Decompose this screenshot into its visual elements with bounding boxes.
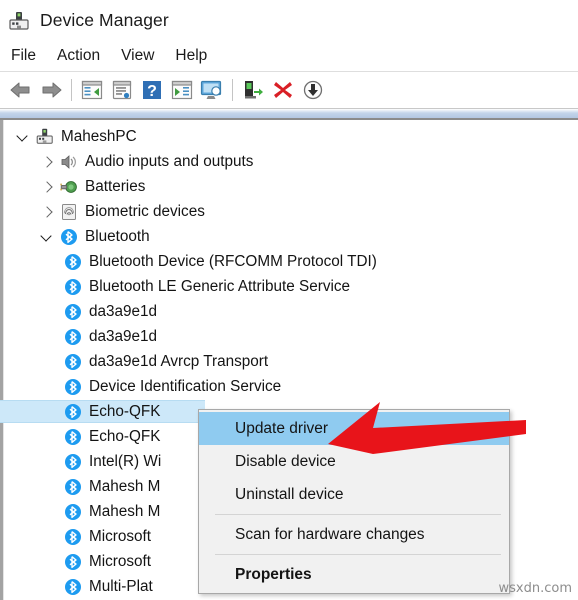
bluetooth-icon [64,503,82,521]
bluetooth-icon [64,253,82,271]
context-menu-separator-2 [215,554,501,555]
svg-text:?: ? [147,83,157,100]
tree-device-row[interactable]: da3a9e1d [0,324,578,349]
tree-device-label: da3a9e1d Avrcp Transport [89,352,269,370]
tree-root-maheshpc[interactable]: MaheshPC [0,124,578,149]
tree-device-label: Multi-Plat [89,577,153,595]
update-driver-button[interactable] [238,75,268,105]
bluetooth-icon [60,228,78,246]
bluetooth-icon [64,278,82,296]
scan-hardware-changes-button[interactable] [298,75,328,105]
speaker-icon [60,153,78,171]
tree-device-label: Intel(R) Wi [89,452,162,470]
tree-device-row[interactable]: da3a9e1d Avrcp Transport [0,349,578,374]
context-menu-separator-1 [215,514,501,515]
tree-device-label: da3a9e1d [89,302,158,320]
device-manager-icon [8,10,30,32]
forward-arrow-icon [42,82,62,98]
help-button[interactable]: ? [137,75,167,105]
tree-category-label: Batteries [85,177,146,195]
tree-category-label: Biometric devices [85,202,205,220]
context-menu-item-scan-for-hardware-changes[interactable]: Scan for hardware changes [199,518,509,551]
tree-category-batteries[interactable]: Batteries [0,174,578,199]
menu-view[interactable]: View [121,45,165,67]
battery-icon [60,178,78,196]
context-menu-item-uninstall-device[interactable]: Uninstall device [199,478,509,511]
chevron-right-icon[interactable] [40,155,54,169]
toolbar-separator-2 [232,79,233,101]
tree-device-label: Echo-QFK [89,402,161,420]
back-button[interactable] [6,75,36,105]
tree-device-label: Device Identification Service [89,377,282,395]
bluetooth-icon [64,328,82,346]
bluetooth-icon [64,428,82,446]
menu-bar: File Action View Help [0,41,578,71]
chevron-right-icon[interactable] [40,205,54,219]
tree-device-label: Microsoft [89,527,152,545]
tree-category-biometric[interactable]: Biometric devices [0,199,578,224]
properties-window-icon [112,80,132,100]
red-x-icon [274,82,292,98]
help-question-icon: ? [143,81,161,100]
toolbar: ? [0,71,578,109]
tree-category-audio[interactable]: Audio inputs and outputs [0,149,578,174]
console-tree-icon [81,80,103,100]
tree-category-bluetooth[interactable]: Bluetooth [0,224,578,249]
tree-device-label: Mahesh M [89,502,161,520]
window-title: Device Manager [40,10,169,30]
toolbar-separator-1 [71,79,72,101]
menu-file[interactable]: File [11,45,47,67]
display-resources-button[interactable] [197,75,227,105]
title-bar: Device Manager [0,0,578,41]
context-menu-item-update-driver[interactable]: Update driver [199,412,509,445]
tree-device-label: Echo-QFK [89,427,161,445]
forward-button[interactable] [36,75,66,105]
tree-device-label: Microsoft [89,552,152,570]
bluetooth-icon [64,353,82,371]
fingerprint-icon [60,203,78,221]
bluetooth-icon [64,303,82,321]
action-pane-icon [171,80,193,100]
computer-icon [36,128,54,146]
chevron-down-icon[interactable] [40,230,54,244]
tree-category-label: Bluetooth [85,227,150,245]
context-menu[interactable]: Update driver Disable device Uninstall d… [198,409,510,594]
device-manager-window: Device Manager File Action View Help ? M… [0,0,578,600]
chevron-down-icon[interactable] [16,130,30,144]
tree-device-row[interactable]: Device Identification Service [0,374,578,399]
tree-device-row[interactable]: Bluetooth LE Generic Attribute Service [0,274,578,299]
properties-button[interactable] [107,75,137,105]
context-menu-item-disable-device[interactable]: Disable device [199,445,509,478]
bluetooth-icon [64,553,82,571]
uninstall-device-button[interactable] [268,75,298,105]
tree-category-label: Audio inputs and outputs [85,152,254,170]
tree-device-label: Mahesh M [89,477,161,495]
tree-device-label: Bluetooth LE Generic Attribute Service [89,277,351,295]
update-driver-icon [245,81,263,99]
tree-device-row[interactable]: da3a9e1d [0,299,578,324]
watermark: wsxdn.com [498,581,573,596]
bluetooth-icon [64,403,82,421]
menu-action[interactable]: Action [57,45,111,67]
show-hide-console-tree-button[interactable] [77,75,107,105]
bluetooth-icon [64,378,82,396]
scan-download-icon [303,80,323,100]
tree-device-label: da3a9e1d [89,327,158,345]
monitor-icon [200,80,222,99]
bluetooth-icon [64,478,82,496]
context-menu-item-properties[interactable]: Properties [199,558,509,591]
back-arrow-icon [10,82,30,98]
bluetooth-icon [64,578,82,596]
chevron-right-icon[interactable] [40,180,54,194]
menu-help[interactable]: Help [175,45,218,67]
tree-device-label: Bluetooth Device (RFCOMM Protocol TDI) [89,252,377,270]
bluetooth-icon [64,528,82,546]
tree-device-row[interactable]: Bluetooth Device (RFCOMM Protocol TDI) [0,249,578,274]
pane-header-band [0,109,578,118]
tree-root-label: MaheshPC [61,127,137,145]
show-hide-action-pane-button[interactable] [167,75,197,105]
bluetooth-icon [64,453,82,471]
